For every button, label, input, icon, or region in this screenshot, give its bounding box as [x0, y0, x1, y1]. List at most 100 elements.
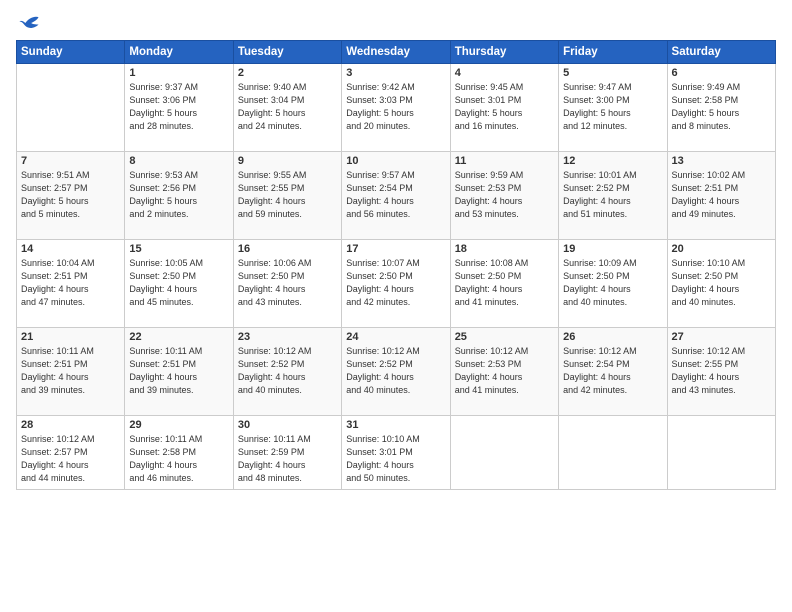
day-info: Sunrise: 10:12 AM Sunset: 2:54 PM Daylig… [563, 345, 662, 397]
day-number: 6 [672, 67, 771, 79]
day-info: Sunrise: 9:37 AM Sunset: 3:06 PM Dayligh… [129, 81, 228, 133]
calendar-cell: 7 Sunrise: 9:51 AM Sunset: 2:57 PM Daylig… [17, 152, 125, 240]
calendar-cell: 8 Sunrise: 9:53 AM Sunset: 2:56 PM Daylig… [125, 152, 233, 240]
day-info: Sunrise: 10:09 AM Sunset: 2:50 PM Daylig… [563, 257, 662, 309]
calendar-header-row: SundayMondayTuesdayWednesdayThursdayFrid… [17, 41, 776, 64]
calendar-cell [450, 416, 558, 490]
calendar-cell: 1 Sunrise: 9:37 AM Sunset: 3:06 PM Daylig… [125, 64, 233, 152]
day-number: 15 [129, 243, 228, 255]
day-info: Sunrise: 10:02 AM Sunset: 2:51 PM Daylig… [672, 169, 771, 221]
day-number: 10 [346, 155, 445, 167]
weekday-header-wednesday: Wednesday [342, 41, 450, 64]
day-info: Sunrise: 10:01 AM Sunset: 2:52 PM Daylig… [563, 169, 662, 221]
day-number: 7 [21, 155, 120, 167]
day-number: 14 [21, 243, 120, 255]
day-number: 17 [346, 243, 445, 255]
calendar-cell: 20 Sunrise: 10:10 AM Sunset: 2:50 PM Dayl… [667, 240, 775, 328]
calendar-cell: 4 Sunrise: 9:45 AM Sunset: 3:01 PM Daylig… [450, 64, 558, 152]
day-info: Sunrise: 10:12 AM Sunset: 2:53 PM Daylig… [455, 345, 554, 397]
calendar-cell: 31 Sunrise: 10:10 AM Sunset: 3:01 PM Dayl… [342, 416, 450, 490]
day-number: 11 [455, 155, 554, 167]
day-info: Sunrise: 10:06 AM Sunset: 2:50 PM Daylig… [238, 257, 337, 309]
calendar-cell: 30 Sunrise: 10:11 AM Sunset: 2:59 PM Dayl… [233, 416, 341, 490]
calendar-cell: 18Sunrise: 10:08 AM Sunset: 2:50 PM Dayl… [450, 240, 558, 328]
calendar-cell: 24 Sunrise: 10:12 AM Sunset: 2:52 PM Dayl… [342, 328, 450, 416]
weekday-header-tuesday: Tuesday [233, 41, 341, 64]
day-number: 1 [129, 67, 228, 79]
calendar-cell: 13 Sunrise: 10:02 AM Sunset: 2:51 PM Dayl… [667, 152, 775, 240]
day-number: 23 [238, 331, 337, 343]
day-info: Sunrise: 9:47 AM Sunset: 3:00 PM Dayligh… [563, 81, 662, 133]
day-info: Sunrise: 10:10 AM Sunset: 2:50 PM Daylig… [672, 257, 771, 309]
day-number: 5 [563, 67, 662, 79]
day-info: Sunrise: 9:45 AM Sunset: 3:01 PM Dayligh… [455, 81, 554, 133]
day-info: Sunrise: 10:07 AM Sunset: 2:50 PM Daylig… [346, 257, 445, 309]
calendar-cell: 5 Sunrise: 9:47 AM Sunset: 3:00 PM Daylig… [559, 64, 667, 152]
day-number: 29 [129, 419, 228, 431]
day-number: 20 [672, 243, 771, 255]
day-number: 2 [238, 67, 337, 79]
calendar-cell: 17 Sunrise: 10:07 AM Sunset: 2:50 PM Dayl… [342, 240, 450, 328]
day-info: Sunrise: 10:12 AM Sunset: 2:52 PM Daylig… [346, 345, 445, 397]
day-number: 27 [672, 331, 771, 343]
day-info: Sunrise: 9:51 AM Sunset: 2:57 PM Dayligh… [21, 169, 120, 221]
day-info: Sunrise: 9:42 AM Sunset: 3:03 PM Dayligh… [346, 81, 445, 133]
calendar-cell: 11 Sunrise: 9:59 AM Sunset: 2:53 PM Dayli… [450, 152, 558, 240]
calendar-cell: 27 Sunrise: 10:12 AM Sunset: 2:55 PM Dayl… [667, 328, 775, 416]
calendar-cell: 3 Sunrise: 9:42 AM Sunset: 3:03 PM Daylig… [342, 64, 450, 152]
weekday-header-friday: Friday [559, 41, 667, 64]
day-info: Sunrise: 9:59 AM Sunset: 2:53 PM Dayligh… [455, 169, 554, 221]
day-number: 25 [455, 331, 554, 343]
day-info: Sunrise: 9:49 AM Sunset: 2:58 PM Dayligh… [672, 81, 771, 133]
calendar-cell: 29 Sunrise: 10:11 AM Sunset: 2:58 PM Dayl… [125, 416, 233, 490]
calendar-cell: 26Sunrise: 10:12 AM Sunset: 2:54 PM Dayl… [559, 328, 667, 416]
weekday-header-monday: Monday [125, 41, 233, 64]
calendar-cell: 9 Sunrise: 9:55 AM Sunset: 2:55 PM Daylig… [233, 152, 341, 240]
day-number: 21 [21, 331, 120, 343]
day-info: Sunrise: 10:04 AM Sunset: 2:51 PM Daylig… [21, 257, 120, 309]
calendar-cell: 23 Sunrise: 10:12 AM Sunset: 2:52 PM Dayl… [233, 328, 341, 416]
day-info: Sunrise: 9:40 AM Sunset: 3:04 PM Dayligh… [238, 81, 337, 133]
day-number: 16 [238, 243, 337, 255]
day-info: Sunrise: 10:11 AM Sunset: 2:51 PM Daylig… [129, 345, 228, 397]
calendar-cell [559, 416, 667, 490]
day-info: Sunrise: 10:11 AM Sunset: 2:59 PM Daylig… [238, 433, 337, 485]
weekday-header-thursday: Thursday [450, 41, 558, 64]
day-number: 30 [238, 419, 337, 431]
weekday-header-sunday: Sunday [17, 41, 125, 64]
day-number: 9 [238, 155, 337, 167]
day-info: Sunrise: 10:11 AM Sunset: 2:58 PM Daylig… [129, 433, 228, 485]
day-info: Sunrise: 10:05 AM Sunset: 2:50 PM Daylig… [129, 257, 228, 309]
day-info: Sunrise: 9:53 AM Sunset: 2:56 PM Dayligh… [129, 169, 228, 221]
day-info: Sunrise: 9:55 AM Sunset: 2:55 PM Dayligh… [238, 169, 337, 221]
day-number: 22 [129, 331, 228, 343]
calendar-cell: 25 Sunrise: 10:12 AM Sunset: 2:53 PM Dayl… [450, 328, 558, 416]
calendar-cell: 28 Sunrise: 10:12 AM Sunset: 2:57 PM Dayl… [17, 416, 125, 490]
day-number: 3 [346, 67, 445, 79]
calendar-cell: 22 Sunrise: 10:11 AM Sunset: 2:51 PM Dayl… [125, 328, 233, 416]
logo [16, 14, 40, 32]
calendar-cell: 6 Sunrise: 9:49 AM Sunset: 2:58 PM Daylig… [667, 64, 775, 152]
calendar-cell [17, 64, 125, 152]
day-info: Sunrise: 10:12 AM Sunset: 2:52 PM Daylig… [238, 345, 337, 397]
day-number: 24 [346, 331, 445, 343]
day-number: 18 [455, 243, 554, 255]
day-number: 8 [129, 155, 228, 167]
calendar-cell: 14 Sunrise: 10:04 AM Sunset: 2:51 PM Dayl… [17, 240, 125, 328]
calendar-cell: 12Sunrise: 10:01 AM Sunset: 2:52 PM Dayl… [559, 152, 667, 240]
day-info: Sunrise: 10:12 AM Sunset: 2:55 PM Daylig… [672, 345, 771, 397]
calendar-cell: 10 Sunrise: 9:57 AM Sunset: 2:54 PM Dayli… [342, 152, 450, 240]
calendar-cell: 2 Sunrise: 9:40 AM Sunset: 3:04 PM Daylig… [233, 64, 341, 152]
calendar-cell: 19Sunrise: 10:09 AM Sunset: 2:50 PM Dayl… [559, 240, 667, 328]
day-info: Sunrise: 9:57 AM Sunset: 2:54 PM Dayligh… [346, 169, 445, 221]
day-number: 31 [346, 419, 445, 431]
day-number: 28 [21, 419, 120, 431]
calendar-cell: 16 Sunrise: 10:06 AM Sunset: 2:50 PM Dayl… [233, 240, 341, 328]
day-info: Sunrise: 10:10 AM Sunset: 3:01 PM Daylig… [346, 433, 445, 485]
day-number: 4 [455, 67, 554, 79]
day-info: Sunrise: 10:12 AM Sunset: 2:57 PM Daylig… [21, 433, 120, 485]
day-number: 13 [672, 155, 771, 167]
page-header [16, 14, 776, 32]
calendar-cell: 15 Sunrise: 10:05 AM Sunset: 2:50 PM Dayl… [125, 240, 233, 328]
calendar-cell [667, 416, 775, 490]
